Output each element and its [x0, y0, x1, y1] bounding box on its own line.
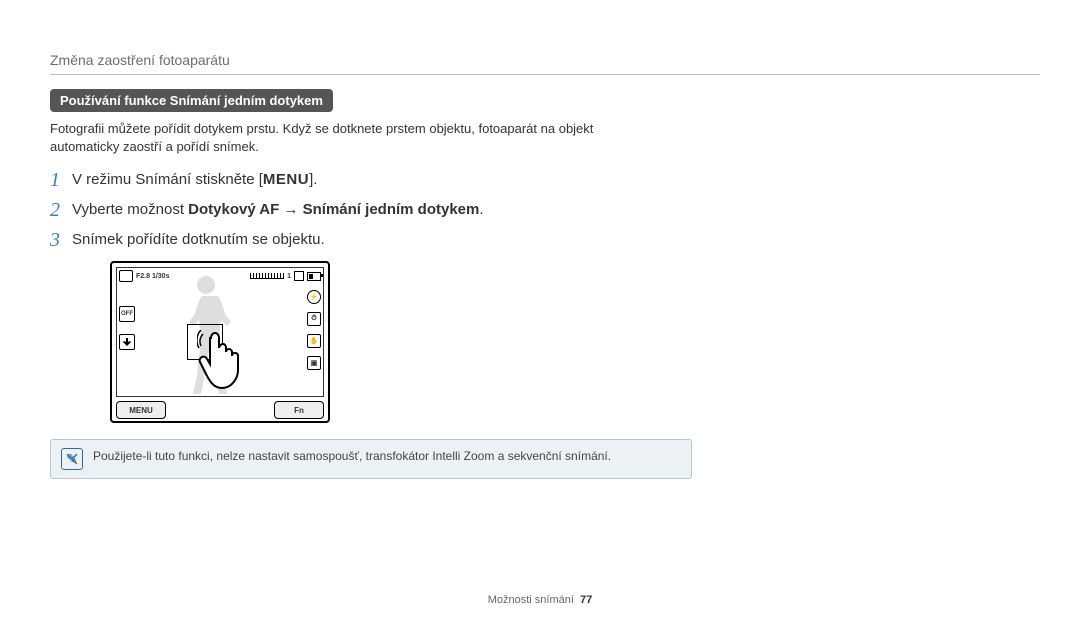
flash-icon: ⚡ — [307, 290, 321, 304]
sd-card-icon — [294, 271, 304, 281]
touch-hand-icon — [197, 330, 247, 390]
step-number: 1 — [50, 169, 72, 191]
lcd-frame: F2.8 1/30s 1 — [110, 261, 330, 423]
feature-intro: Fotografii můžete pořídit dotykem prstu.… — [50, 120, 660, 155]
lcd-status-right: 1 — [250, 271, 321, 281]
step-post: . — [479, 201, 483, 218]
note-text: Použijete-li tuto funkci, nelze nastavit… — [93, 448, 611, 464]
section-title: Změna zaostření fotoaparátu — [50, 52, 1030, 68]
step-text: V režimu Snímání stiskněte [MENU]. — [72, 169, 317, 190]
steps-list: 1 V režimu Snímání stiskněte [MENU]. 2 V… — [50, 169, 1030, 251]
step-number: 3 — [50, 229, 72, 251]
step-text: Vyberte možnost Dotykový AF → Snímání je… — [72, 199, 484, 220]
lcd-screen: F2.8 1/30s 1 — [116, 267, 324, 397]
page-footer: Možnosti snímání 77 — [0, 594, 1080, 606]
off-icon: OFF — [119, 306, 135, 322]
note-box: ✎ Použijete-li tuto funkci, nelze nastav… — [50, 439, 692, 479]
timer-icon: ⏱ — [307, 312, 321, 326]
lcd-hardware-buttons: MENU Fn — [116, 401, 324, 419]
lcd-figure: F2.8 1/30s 1 — [110, 261, 1030, 423]
shots-remaining: 1 — [287, 273, 291, 280]
menu-label: MENU — [263, 171, 309, 188]
drive-icon: ▣ — [307, 356, 321, 370]
exposure-readout: F2.8 1/30s — [136, 273, 169, 280]
touch-shot-icon — [119, 334, 135, 350]
menu-hw-button: MENU — [116, 401, 166, 419]
page-number: 77 — [580, 594, 592, 606]
step-text: Snímek pořídíte dotknutím se objektu. — [72, 229, 325, 250]
step-pre: Vyberte možnost — [72, 201, 188, 218]
lcd-left-icons: OFF — [119, 306, 135, 350]
step-2: 2 Vyberte možnost Dotykový AF → Snímání … — [50, 199, 1030, 221]
camera-mode-icon — [119, 270, 133, 282]
step-pre: V režimu Snímání stiskněte [ — [72, 171, 263, 188]
stabilize-icon: ✋ — [307, 334, 321, 348]
lcd-status-left: F2.8 1/30s — [119, 270, 169, 282]
step-bold: Dotykový AF → Snímání jedním dotykem — [188, 201, 479, 218]
fn-hw-button: Fn — [274, 401, 324, 419]
feature-pill: Používání funkce Snímání jedním dotykem — [50, 89, 333, 112]
note-info-icon: ✎ — [61, 448, 83, 470]
lcd-right-icons: ⚡ ⏱ ✋ ▣ — [307, 290, 321, 370]
step-3: 3 Snímek pořídíte dotknutím se objektu. — [50, 229, 1030, 251]
footer-label: Možnosti snímání — [488, 594, 574, 606]
battery-icon — [307, 272, 321, 281]
step-1: 1 V režimu Snímání stiskněte [MENU]. — [50, 169, 1030, 191]
step-post: ]. — [309, 171, 317, 188]
step-pre: Snímek pořídíte dotknutím se objektu. — [72, 231, 325, 248]
ev-scale-icon — [250, 273, 284, 279]
section-divider — [50, 74, 1040, 75]
step-number: 2 — [50, 199, 72, 221]
